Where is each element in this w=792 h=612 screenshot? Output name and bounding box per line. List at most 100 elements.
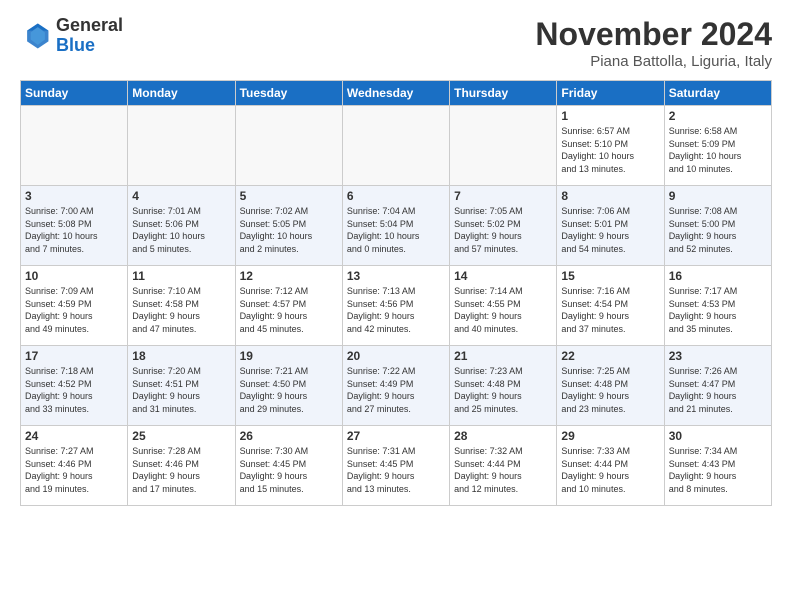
day-info: Sunrise: 7:14 AM Sunset: 4:55 PM Dayligh… [454, 285, 552, 335]
calendar-cell: 24 Sunrise: 7:27 AM Sunset: 4:46 PM Dayli… [21, 426, 128, 506]
day-info: Sunrise: 7:02 AM Sunset: 5:05 PM Dayligh… [240, 205, 338, 255]
month-title: November 2024 [535, 16, 772, 53]
day-number: 4 [132, 189, 230, 203]
col-saturday: Saturday [664, 81, 771, 106]
col-wednesday: Wednesday [342, 81, 449, 106]
calendar-cell: 10 Sunrise: 7:09 AM Sunset: 4:59 PM Dayli… [21, 266, 128, 346]
day-info: Sunrise: 6:58 AM Sunset: 5:09 PM Dayligh… [669, 125, 767, 175]
day-info: Sunrise: 7:25 AM Sunset: 4:48 PM Dayligh… [561, 365, 659, 415]
day-number: 26 [240, 429, 338, 443]
day-info: Sunrise: 7:27 AM Sunset: 4:46 PM Dayligh… [25, 445, 123, 495]
day-number: 16 [669, 269, 767, 283]
day-number: 13 [347, 269, 445, 283]
calendar-cell: 23 Sunrise: 7:26 AM Sunset: 4:47 PM Dayli… [664, 346, 771, 426]
calendar-cell: 20Sunrise: 7:22 AM Sunset: 4:49 PM Dayli… [342, 346, 449, 426]
calendar-week-5: 24 Sunrise: 7:27 AM Sunset: 4:46 PM Dayli… [21, 426, 772, 506]
calendar-cell: 19 Sunrise: 7:21 AM Sunset: 4:50 PM Dayli… [235, 346, 342, 426]
day-number: 2 [669, 109, 767, 123]
logo-blue: Blue [56, 35, 95, 55]
calendar-cell: 28 Sunrise: 7:32 AM Sunset: 4:44 PM Dayli… [450, 426, 557, 506]
day-number: 25 [132, 429, 230, 443]
day-info: Sunrise: 7:04 AM Sunset: 5:04 PM Dayligh… [347, 205, 445, 255]
day-number: 24 [25, 429, 123, 443]
day-info: Sunrise: 7:32 AM Sunset: 4:44 PM Dayligh… [454, 445, 552, 495]
calendar-cell: 30Sunrise: 7:34 AM Sunset: 4:43 PM Dayli… [664, 426, 771, 506]
calendar-cell: 25 Sunrise: 7:28 AM Sunset: 4:46 PM Dayli… [128, 426, 235, 506]
day-info: Sunrise: 7:21 AM Sunset: 4:50 PM Dayligh… [240, 365, 338, 415]
col-thursday: Thursday [450, 81, 557, 106]
page: General Blue November 2024 Piana Battoll… [0, 0, 792, 612]
day-info: Sunrise: 7:28 AM Sunset: 4:46 PM Dayligh… [132, 445, 230, 495]
location: Piana Battolla, Liguria, Italy [535, 53, 772, 70]
day-number: 23 [669, 349, 767, 363]
calendar-week-3: 10 Sunrise: 7:09 AM Sunset: 4:59 PM Dayli… [21, 266, 772, 346]
calendar-cell: 3 Sunrise: 7:00 AM Sunset: 5:08 PM Daylig… [21, 186, 128, 266]
col-tuesday: Tuesday [235, 81, 342, 106]
day-info: Sunrise: 7:30 AM Sunset: 4:45 PM Dayligh… [240, 445, 338, 495]
calendar-cell: 7Sunrise: 7:05 AM Sunset: 5:02 PM Daylig… [450, 186, 557, 266]
day-number: 11 [132, 269, 230, 283]
calendar-cell: 13 Sunrise: 7:13 AM Sunset: 4:56 PM Dayli… [342, 266, 449, 346]
day-number: 19 [240, 349, 338, 363]
day-info: Sunrise: 7:00 AM Sunset: 5:08 PM Dayligh… [25, 205, 123, 255]
calendar-cell: 15Sunrise: 7:16 AM Sunset: 4:54 PM Dayli… [557, 266, 664, 346]
calendar-cell [235, 106, 342, 186]
logo-icon [20, 20, 52, 52]
day-number: 6 [347, 189, 445, 203]
calendar-cell: 2 Sunrise: 6:58 AM Sunset: 5:09 PM Daylig… [664, 106, 771, 186]
calendar-week-4: 17Sunrise: 7:18 AM Sunset: 4:52 PM Dayli… [21, 346, 772, 426]
day-info: Sunrise: 7:13 AM Sunset: 4:56 PM Dayligh… [347, 285, 445, 335]
calendar-cell: 27 Sunrise: 7:31 AM Sunset: 4:45 PM Dayli… [342, 426, 449, 506]
day-number: 28 [454, 429, 552, 443]
calendar-cell: 12Sunrise: 7:12 AM Sunset: 4:57 PM Dayli… [235, 266, 342, 346]
calendar-cell: 16 Sunrise: 7:17 AM Sunset: 4:53 PM Dayli… [664, 266, 771, 346]
calendar-cell [342, 106, 449, 186]
day-number: 3 [25, 189, 123, 203]
day-info: Sunrise: 7:01 AM Sunset: 5:06 PM Dayligh… [132, 205, 230, 255]
day-info: Sunrise: 7:08 AM Sunset: 5:00 PM Dayligh… [669, 205, 767, 255]
day-number: 12 [240, 269, 338, 283]
calendar-cell: 17Sunrise: 7:18 AM Sunset: 4:52 PM Dayli… [21, 346, 128, 426]
calendar-cell: 14Sunrise: 7:14 AM Sunset: 4:55 PM Dayli… [450, 266, 557, 346]
calendar-cell: 18Sunrise: 7:20 AM Sunset: 4:51 PM Dayli… [128, 346, 235, 426]
day-info: Sunrise: 6:57 AM Sunset: 5:10 PM Dayligh… [561, 125, 659, 175]
calendar-cell [450, 106, 557, 186]
day-number: 8 [561, 189, 659, 203]
day-info: Sunrise: 7:26 AM Sunset: 4:47 PM Dayligh… [669, 365, 767, 415]
day-info: Sunrise: 7:05 AM Sunset: 5:02 PM Dayligh… [454, 205, 552, 255]
calendar-cell: 11Sunrise: 7:10 AM Sunset: 4:58 PM Dayli… [128, 266, 235, 346]
calendar-cell: 26 Sunrise: 7:30 AM Sunset: 4:45 PM Dayli… [235, 426, 342, 506]
day-number: 29 [561, 429, 659, 443]
day-info: Sunrise: 7:06 AM Sunset: 5:01 PM Dayligh… [561, 205, 659, 255]
day-info: Sunrise: 7:18 AM Sunset: 4:52 PM Dayligh… [25, 365, 123, 415]
calendar: Sunday Monday Tuesday Wednesday Thursday… [20, 80, 772, 506]
day-number: 30 [669, 429, 767, 443]
calendar-cell [128, 106, 235, 186]
day-info: Sunrise: 7:09 AM Sunset: 4:59 PM Dayligh… [25, 285, 123, 335]
day-number: 10 [25, 269, 123, 283]
calendar-cell: 5 Sunrise: 7:02 AM Sunset: 5:05 PM Daylig… [235, 186, 342, 266]
day-info: Sunrise: 7:31 AM Sunset: 4:45 PM Dayligh… [347, 445, 445, 495]
day-info: Sunrise: 7:23 AM Sunset: 4:48 PM Dayligh… [454, 365, 552, 415]
calendar-week-2: 3 Sunrise: 7:00 AM Sunset: 5:08 PM Daylig… [21, 186, 772, 266]
col-friday: Friday [557, 81, 664, 106]
day-number: 21 [454, 349, 552, 363]
calendar-cell [21, 106, 128, 186]
calendar-cell: 22 Sunrise: 7:25 AM Sunset: 4:48 PM Dayli… [557, 346, 664, 426]
title-block: November 2024 Piana Battolla, Liguria, I… [535, 16, 772, 70]
day-info: Sunrise: 7:17 AM Sunset: 4:53 PM Dayligh… [669, 285, 767, 335]
day-info: Sunrise: 7:20 AM Sunset: 4:51 PM Dayligh… [132, 365, 230, 415]
day-number: 22 [561, 349, 659, 363]
calendar-week-1: 1Sunrise: 6:57 AM Sunset: 5:10 PM Daylig… [21, 106, 772, 186]
calendar-cell: 8 Sunrise: 7:06 AM Sunset: 5:01 PM Daylig… [557, 186, 664, 266]
day-info: Sunrise: 7:16 AM Sunset: 4:54 PM Dayligh… [561, 285, 659, 335]
header: General Blue November 2024 Piana Battoll… [20, 16, 772, 70]
day-number: 9 [669, 189, 767, 203]
day-info: Sunrise: 7:33 AM Sunset: 4:44 PM Dayligh… [561, 445, 659, 495]
day-number: 5 [240, 189, 338, 203]
day-number: 27 [347, 429, 445, 443]
calendar-cell: 4 Sunrise: 7:01 AM Sunset: 5:06 PM Daylig… [128, 186, 235, 266]
day-number: 20 [347, 349, 445, 363]
calendar-cell: 21 Sunrise: 7:23 AM Sunset: 4:48 PM Dayli… [450, 346, 557, 426]
col-sunday: Sunday [21, 81, 128, 106]
